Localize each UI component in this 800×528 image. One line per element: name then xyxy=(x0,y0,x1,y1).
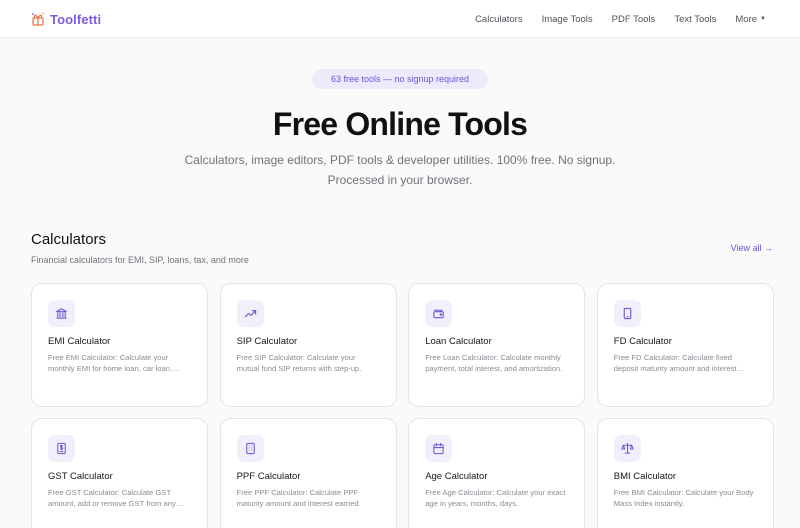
hero-title: Free Online Tools xyxy=(272,106,528,142)
card-icon-box xyxy=(236,300,264,327)
hero-subtitle-line-2: Processed in your browser. xyxy=(327,173,473,187)
card-icon-box xyxy=(613,435,641,462)
view-all-link[interactable]: View all → xyxy=(731,243,773,253)
tool-card-bmi[interactable]: BMI Calculator Free BMI Calculator: Calc… xyxy=(596,418,774,528)
hero-subtitle: Calculators, image editors, PDF tools & … xyxy=(150,150,650,190)
card-title: Age Calculator xyxy=(425,471,488,482)
section-subtitle: Financial calculators for EMI, SIP, loan… xyxy=(31,255,249,265)
card-description: Free Age Calculator: Calculate your exac… xyxy=(425,488,566,508)
calendar-icon xyxy=(433,442,444,455)
tool-card-loan[interactable]: Loan Calculator Free Loan Calculator: Ca… xyxy=(408,283,586,407)
tool-card-fd[interactable]: FD Calculator Free FD Calculator: Calcul… xyxy=(596,283,774,407)
section-title: Calculators xyxy=(31,231,107,248)
nav-links: Calculators Image Tools PDF Tools Text T… xyxy=(475,0,766,38)
tablet-icon xyxy=(623,307,632,320)
nav-more-label: More xyxy=(735,13,758,25)
card-icon-box xyxy=(425,435,453,462)
bank-icon xyxy=(56,308,67,319)
card-icon-box xyxy=(236,435,264,462)
nav-link-calculators[interactable]: Calculators xyxy=(475,14,523,25)
confetti-gift-icon xyxy=(32,12,44,26)
card-title: FD Calculator xyxy=(613,336,672,347)
card-title: EMI Calculator xyxy=(48,336,111,347)
top-navbar: Toolfetti Calculators Image Tools PDF To… xyxy=(0,0,800,38)
card-icon-box xyxy=(48,435,75,462)
card-description: Free FD Calculator: Calculate fixed depo… xyxy=(613,353,737,373)
nav-link-image-tools[interactable]: Image Tools xyxy=(542,14,593,25)
card-title: PPF Calculator xyxy=(236,471,301,482)
hero-subtitle-line-1: Calculators, image editors, PDF tools & … xyxy=(184,153,616,167)
tool-card-gst[interactable]: GST Calculator Free GST Calculator: Calc… xyxy=(31,418,208,528)
card-title: GST Calculator xyxy=(48,471,113,482)
card-title: BMI Calculator xyxy=(613,471,677,482)
card-icon-box xyxy=(425,300,453,327)
tool-card-age[interactable]: Age Calculator Free Age Calculator: Calc… xyxy=(408,418,586,528)
trending-up-icon xyxy=(244,310,256,318)
brand-name: Toolfetti xyxy=(50,11,102,27)
tool-card-emi[interactable]: EMI Calculator Free EMI Calculator: Calc… xyxy=(31,283,208,407)
card-description: Free EMI Calculator: Calculate your mont… xyxy=(48,353,173,373)
card-description: Free PPF Calculator: Calculate PPF matur… xyxy=(236,488,361,508)
card-description: Free GST Calculator: Calculate GST amoun… xyxy=(48,488,176,508)
card-title: Loan Calculator xyxy=(425,336,492,347)
nav-link-pdf-tools[interactable]: PDF Tools xyxy=(612,14,656,25)
card-description: Free Loan Calculator: Calculate monthly … xyxy=(425,353,563,373)
tool-count-badge: 63 free tools — no signup required xyxy=(312,69,488,89)
nav-more-dropdown[interactable]: More ▼ xyxy=(735,14,766,25)
caret-down-icon: ▼ xyxy=(760,16,766,22)
nav-link-text-tools[interactable]: Text Tools xyxy=(674,14,716,25)
calculator-grid: EMI Calculator Free EMI Calculator: Calc… xyxy=(31,283,774,528)
brand-logo-link[interactable]: Toolfetti xyxy=(31,10,101,28)
tool-card-sip[interactable]: SIP Calculator Free SIP Calculator: Calc… xyxy=(219,283,397,407)
building-icon xyxy=(245,442,255,455)
card-icon-box xyxy=(48,300,75,327)
receipt-icon xyxy=(57,442,66,455)
card-description: Free SIP Calculator: Calculate your mutu… xyxy=(236,353,362,373)
card-title: SIP Calculator xyxy=(236,336,298,347)
card-icon-box xyxy=(613,300,641,327)
card-description: Free BMI Calculator: Calculate your Body… xyxy=(613,488,754,508)
wallet-icon xyxy=(433,309,444,319)
tool-card-ppf[interactable]: PPF Calculator Free PPF Calculator: Calc… xyxy=(219,418,397,528)
scale-icon xyxy=(621,442,634,454)
